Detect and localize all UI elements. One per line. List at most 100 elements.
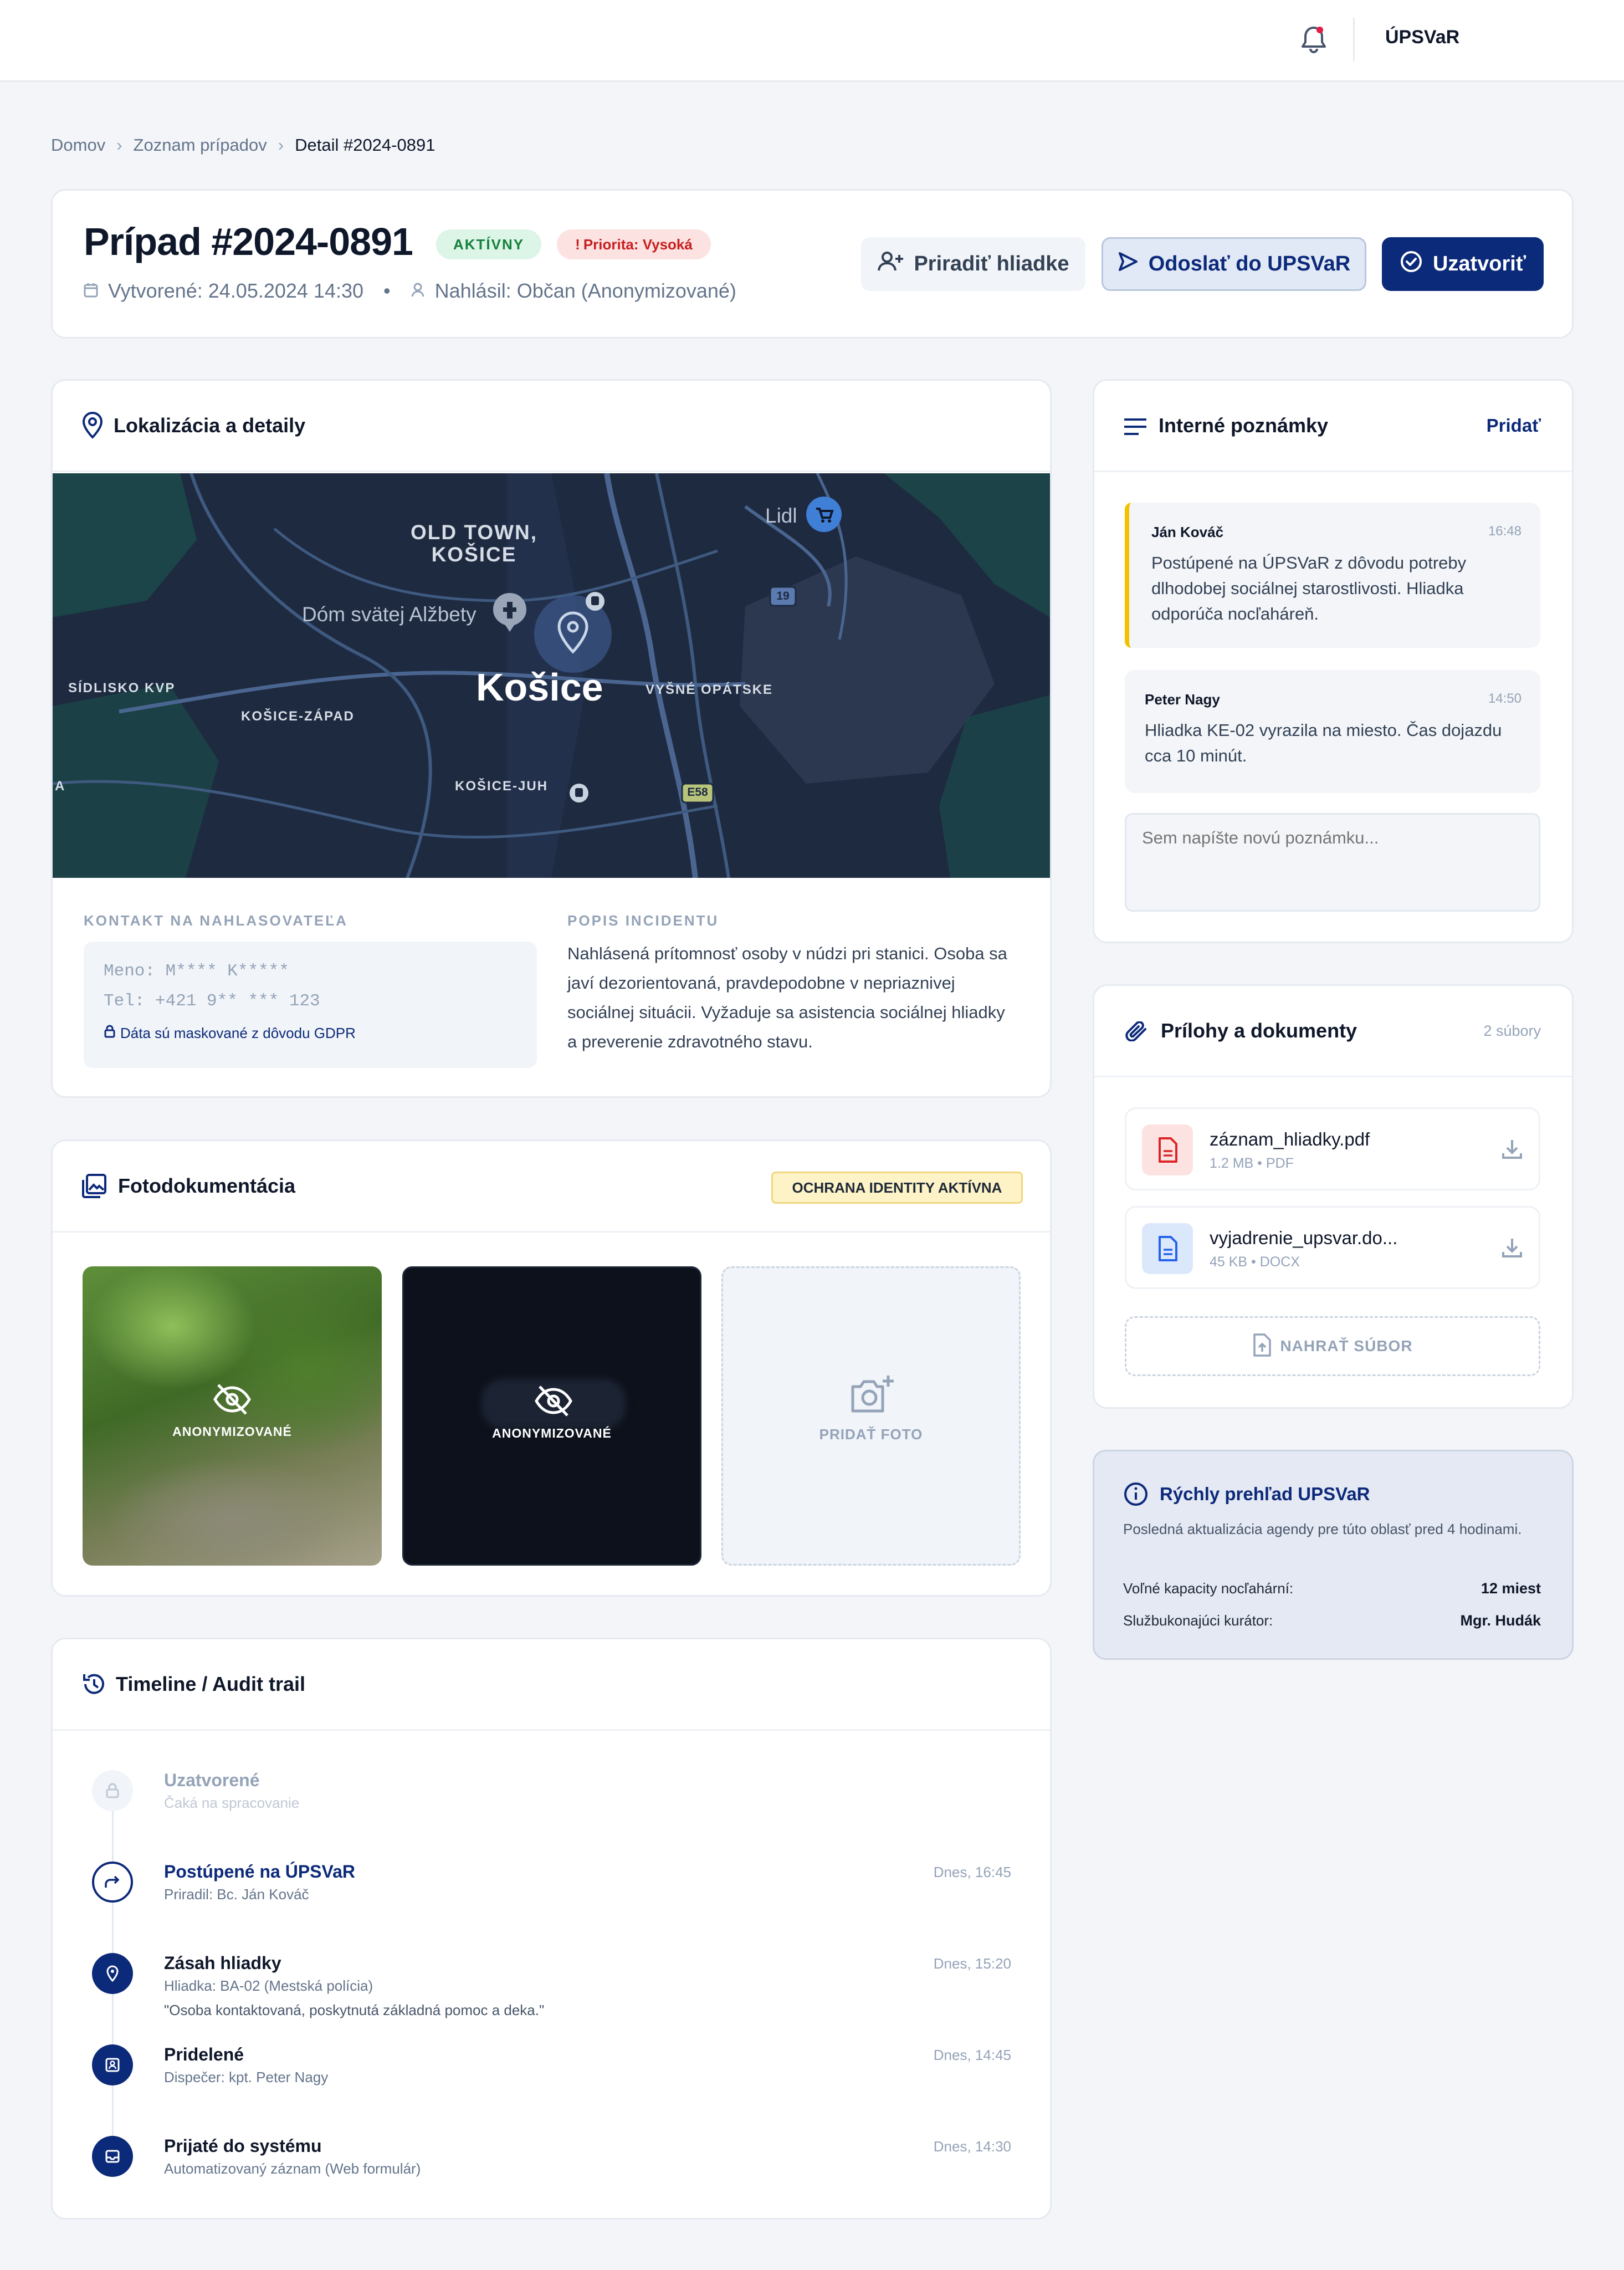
note-time: 14:50 [1488, 691, 1521, 706]
breadcrumb-separator: › [116, 135, 122, 155]
location-icon [92, 1953, 133, 1994]
paperclip-icon [1123, 1021, 1150, 1044]
lock-icon [92, 1770, 133, 1811]
timeline-item-quote: "Osoba kontaktovaná, poskytnutá základná… [164, 2002, 545, 2018]
timeline-item-sub: Automatizovaný záznam (Web formulár) [164, 2160, 421, 2177]
add-photo-button[interactable]: PRIDAŤ FOTO [721, 1266, 1021, 1566]
breadcrumb: Domov › Zoznam prípadov › Detail #2024-0… [51, 135, 435, 155]
map-label-edge: A [55, 779, 65, 794]
overview-subtitle: Posledná aktualizácia agendy pre túto ob… [1123, 1521, 1522, 1537]
close-case-button[interactable]: Uzatvoriť [1382, 237, 1544, 291]
file-meta: 1.2 MB • PDF [1210, 1156, 1294, 1171]
map-label-kosice-juh: KOŠICE-JUH [455, 779, 549, 794]
photos-title: Fotodokumentácia [118, 1174, 296, 1197]
created-date: Vytvorené: 24.05.2024 14:30 [108, 279, 364, 302]
timeline-item-sub: Čaká na spracovanie [164, 1794, 300, 1811]
photo-anonymized-1[interactable]: ANONYMIZOVANÉ [83, 1266, 382, 1566]
contact-phone: Tel: +421 9** *** 123 [104, 991, 320, 1011]
add-photo-label: PRIDAŤ FOTO [819, 1426, 923, 1443]
map-label-poi-dom: Dóm svätej Alžbety [302, 603, 477, 626]
camera-plus-icon [849, 1373, 896, 1418]
timeline-item: Zásah hliadky Hliadka: BA-02 (Mestská po… [0, 1953, 1011, 2031]
file-item[interactable]: vyjadrenie_upsvar.do... 45 KB • DOCX [1125, 1206, 1540, 1289]
case-meta: Vytvorené: 24.05.2024 14:30 • Nahlásil: … [84, 279, 736, 303]
map[interactable]: OLD TOWN, KOŠICE Dóm svätej Alžbety Lidl… [53, 473, 1050, 878]
priority-label: Priorita: Vysoká [583, 236, 693, 253]
meta-separator: • [383, 279, 391, 302]
map-label-vysne-opatske: VYŠNÉ OPÁTSKE [645, 682, 773, 697]
gdpr-note-text: Dáta sú maskované z dôvodu GDPR [120, 1025, 356, 1041]
photos-card-header: Fotodokumentácia OCHRANA IDENTITY AKTÍVN… [53, 1141, 1050, 1233]
map-label-old-town-line1: OLD TOWN, [411, 521, 538, 544]
timeline-card: Timeline / Audit trail [51, 1638, 1052, 2220]
timeline-item-sub: Hliadka: BA-02 (Mestská polícia) [164, 1977, 373, 1994]
calendar-icon [84, 279, 98, 303]
upload-file-button[interactable]: NAHRAŤ SÚBOR [1125, 1316, 1540, 1376]
check-circle-icon [1400, 250, 1423, 279]
org-label[interactable]: ÚPSVaR [1385, 27, 1459, 48]
status-badge: AKTÍVNY [436, 229, 541, 259]
timeline-item-title: Zásah hliadky [164, 1953, 281, 1973]
timeline-item: Prijaté do systému Automatizovaný záznam… [0, 2136, 1011, 2197]
pdf-file-icon [1142, 1124, 1193, 1175]
file-name: vyjadrenie_upsvar.do... [1210, 1228, 1398, 1248]
send-to-upsvar-button[interactable]: Odoslať do UPSVaR [1102, 237, 1366, 291]
anonymized-label: ANONYMIZOVANÉ [492, 1426, 612, 1440]
file-item[interactable]: záznam_hliadky.pdf 1.2 MB • PDF [1125, 1107, 1540, 1190]
close-label: Uzatvoriť [1432, 252, 1526, 275]
breadcrumb-home[interactable]: Domov [51, 135, 105, 155]
note-text: Postúpené na ÚPSVaR z dôvodu potreby dlh… [1151, 553, 1467, 623]
info-icon [1123, 1481, 1149, 1510]
breadcrumb-case-list[interactable]: Zoznam prípadov [134, 135, 267, 155]
attachments-count: 2 súbory [1483, 1022, 1541, 1039]
timeline-item-title: Uzatvorené [164, 1770, 260, 1790]
download-icon[interactable] [1501, 1138, 1523, 1163]
assign-patrol-button[interactable]: Priradiť hliadke [861, 237, 1085, 291]
page-title: Prípad #2024-0891 [84, 220, 413, 263]
note-author: Peter Nagy [1145, 691, 1220, 708]
map-label-kosice-zapad: KOŠICE-ZÁPAD [241, 709, 355, 724]
contact-box: Meno: M**** K***** Tel: +421 9** *** 123… [84, 942, 537, 1068]
map-label-old-town: OLD TOWN, KOŠICE [411, 522, 537, 566]
map-label-city: Košice [476, 666, 603, 709]
lock-icon [104, 1025, 116, 1042]
image-gallery-icon [81, 1173, 107, 1202]
eye-off-icon [534, 1384, 573, 1420]
timeline-item-title: Prijaté do systému [164, 2136, 322, 2156]
contact-name: Meno: M**** K***** [104, 962, 289, 981]
eye-off-icon [213, 1383, 252, 1419]
location-card: Lokalizácia a detaily OLD TOWN, KOŠICE D… [51, 379, 1052, 1098]
map-label-poi-lidl: Lidl [765, 504, 797, 527]
new-note-input[interactable] [1125, 813, 1540, 912]
timeline-item-title: Postúpené na ÚPSVaR [164, 1862, 355, 1882]
add-user-icon [877, 250, 904, 278]
file-meta: 45 KB • DOCX [1210, 1254, 1300, 1270]
priority-mark: ! [575, 236, 580, 253]
contact-label: KONTAKT NA NAHLASOVATEĽA [84, 912, 348, 929]
send-icon [1118, 251, 1139, 278]
timeline-item-sub: Dispečer: kpt. Peter Nagy [164, 2069, 329, 2085]
top-bar: ÚPSVaR [0, 0, 1624, 82]
overview-row-value: Mgr. Hudák [1460, 1612, 1541, 1629]
upload-icon [1252, 1333, 1272, 1360]
overview-title: Rýchly prehľad UPSVaR [1160, 1484, 1370, 1504]
map-pin-icon [81, 411, 104, 442]
inbox-icon [92, 2136, 133, 2177]
top-bar-divider [1353, 18, 1355, 61]
anonymized-label: ANONYMIZOVANÉ [172, 1424, 292, 1439]
timeline-item-time: Dnes, 14:30 [933, 2138, 1011, 2155]
send-label: Odoslať do UPSVaR [1148, 252, 1351, 275]
timeline-item: Postúpené na ÚPSVaR Priradil: Bc. Ján Ko… [0, 1862, 1011, 1923]
location-card-header: Lokalizácia a detaily [53, 381, 1050, 472]
description-text: Nahlásená prítomnosť osoby v núdzi pri s… [567, 944, 1007, 1051]
photo-anonymized-2[interactable]: ANONYMIZOVANÉ [402, 1266, 701, 1566]
user-icon [411, 279, 425, 303]
add-note-link[interactable]: Pridať [1487, 415, 1541, 436]
map-label-sidlisko-kvp: SÍDLISKO KVP [68, 681, 176, 696]
download-icon[interactable] [1501, 1236, 1523, 1261]
notification-bell-icon[interactable] [1299, 24, 1328, 55]
breadcrumb-separator: › [278, 135, 284, 155]
breadcrumb-current: Detail #2024-0891 [295, 135, 436, 155]
overview-row-label: Službukonajúci kurátor: [1123, 1612, 1273, 1629]
timeline-item-time: Dnes, 15:20 [933, 1955, 1011, 1972]
